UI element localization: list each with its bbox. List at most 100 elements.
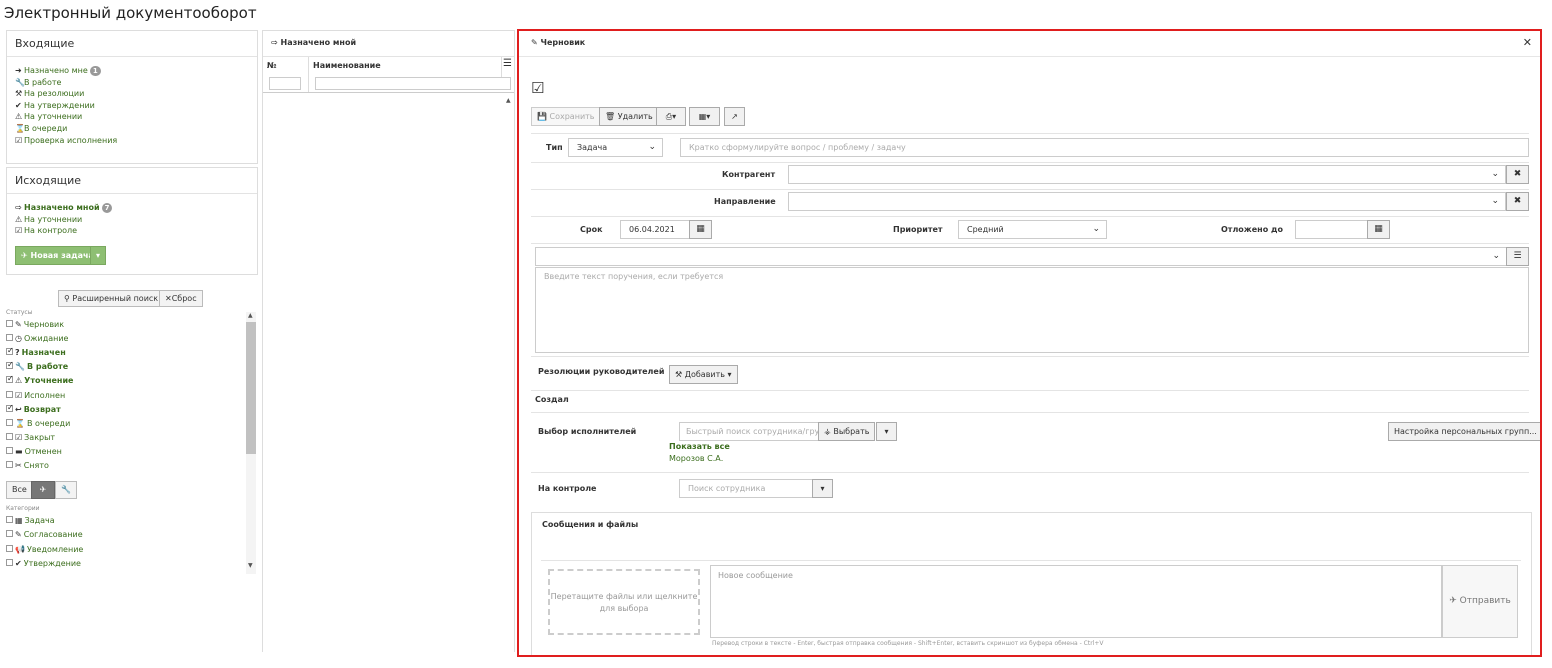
- nav-item[interactable]: ☑ Проверка исполнения: [15, 135, 257, 147]
- status-checkbox[interactable]: [6, 320, 13, 327]
- caret-down-icon: ▾: [95, 251, 100, 260]
- filter-number-input[interactable]: [269, 77, 301, 90]
- delete-button[interactable]: 🗑 Удалить: [599, 107, 659, 126]
- table-button[interactable]: ▦▾: [689, 107, 720, 126]
- nav-item[interactable]: ⌛В очереди: [15, 123, 257, 135]
- category-filter[interactable]: ✔ Утверждение: [6, 558, 81, 570]
- new-task-label: Новая задача: [30, 251, 94, 260]
- view-work-button[interactable]: 🔧: [55, 481, 77, 499]
- counterparty-label: Контрагент: [722, 170, 776, 179]
- status-filter[interactable]: ◷ Ожидание: [6, 333, 68, 345]
- due-label: Срок: [580, 225, 603, 234]
- status-checkbox[interactable]: [6, 345, 14, 357]
- executor-dropdown-button[interactable]: ▾: [876, 422, 897, 441]
- status-filter[interactable]: 🔧В работе: [6, 359, 68, 373]
- direction-select[interactable]: ⌄: [788, 192, 1506, 211]
- status-checkbox[interactable]: [6, 359, 14, 371]
- status-filter[interactable]: ?Назначен: [6, 345, 66, 359]
- status-filter[interactable]: ☑ Закрыт: [6, 432, 55, 444]
- new-message-textarea[interactable]: Новое сообщение: [710, 565, 1442, 638]
- nav-item[interactable]: ⚠ На уточнении: [15, 111, 257, 123]
- category-filter[interactable]: ✎ Согласование: [6, 529, 83, 541]
- view-sent-button[interactable]: ✈: [31, 481, 55, 499]
- category-filter[interactable]: ▦ Задача: [6, 515, 55, 527]
- template-list-button[interactable]: ☰: [1506, 247, 1529, 266]
- print-button[interactable]: ⎙▾: [656, 107, 686, 126]
- clear-direction-button[interactable]: ✖: [1506, 192, 1529, 211]
- status-filter[interactable]: ⚠Уточнение: [6, 373, 73, 387]
- status-checkbox[interactable]: [6, 373, 14, 385]
- chevron-down-icon: ⌄: [1092, 224, 1100, 234]
- counterparty-select[interactable]: ⌄: [788, 165, 1506, 184]
- close-icon[interactable]: ✕: [1523, 36, 1532, 49]
- new-task-button[interactable]: ✈ Новая задача: [15, 246, 100, 265]
- status-label: Назначен: [21, 348, 66, 358]
- statuses-label: Статусы: [6, 309, 33, 316]
- category-checkbox[interactable]: [6, 530, 13, 538]
- nav-item[interactable]: ⚒ На резолюции: [15, 88, 257, 100]
- send-button[interactable]: ✈ Отправить: [1442, 565, 1518, 638]
- status-checkbox[interactable]: [6, 418, 13, 426]
- category-filter[interactable]: 📢 Уведомление: [6, 544, 83, 556]
- scroll-up-arrow-icon[interactable]: ▲: [248, 312, 253, 319]
- status-checkbox[interactable]: [6, 334, 13, 342]
- column-divider: [501, 57, 502, 77]
- category-checkbox[interactable]: [6, 516, 13, 523]
- status-checkbox[interactable]: [6, 432, 13, 440]
- control-search-input[interactable]: Поиск сотрудника: [679, 479, 814, 498]
- due-date-picker-button[interactable]: ▦: [689, 220, 712, 239]
- nav-item[interactable]: ⇨ Назначено мной 7: [15, 202, 257, 214]
- executor-search-input[interactable]: Быстрый поиск сотрудника/группы: [679, 422, 819, 441]
- subject-input[interactable]: Кратко сформулируйте вопрос / проблему /…: [680, 138, 1529, 157]
- column-name-header[interactable]: Наименование: [313, 61, 381, 70]
- reset-button[interactable]: ✕Сброс: [159, 290, 203, 307]
- filter-name-input[interactable]: [315, 77, 511, 90]
- advanced-search-button[interactable]: ⚲ Расширенный поиск: [58, 290, 165, 307]
- status-filter[interactable]: ✎ Черновик: [6, 319, 64, 331]
- status-filter[interactable]: ✂ Снято: [6, 460, 49, 472]
- filters-scrollbar-thumb[interactable]: [246, 322, 256, 454]
- columns-menu-icon[interactable]: ☰: [503, 58, 512, 69]
- scroll-up-arrow-icon[interactable]: ▲: [506, 97, 511, 104]
- postponed-date-picker-button[interactable]: ▦: [1367, 220, 1390, 239]
- nav-item[interactable]: ✔ На утверждении: [15, 100, 257, 112]
- save-button[interactable]: 💾 Сохранить: [531, 107, 601, 126]
- priority-select[interactable]: Средний ⌄: [958, 220, 1107, 239]
- chevron-down-icon: ⌄: [1492, 251, 1500, 261]
- category-checkbox[interactable]: [6, 558, 13, 566]
- type-select[interactable]: Задача ⌄: [568, 138, 663, 157]
- body-textarea[interactable]: Введите текст поручения, если требуется: [535, 267, 1529, 353]
- file-drop-zone[interactable]: Перетащите файлы или щелкните для выбора: [548, 569, 700, 635]
- executor-name[interactable]: Морозов С.А.: [669, 454, 723, 463]
- scroll-down-arrow-icon[interactable]: ▼: [248, 562, 253, 569]
- direction-label: Направление: [714, 197, 776, 206]
- new-task-dropdown-button[interactable]: ▾: [90, 246, 106, 265]
- nav-item-label: В работе: [24, 77, 62, 87]
- view-all-button[interactable]: Все: [6, 481, 33, 499]
- status-checkbox[interactable]: [6, 402, 14, 414]
- status-label: Ожидание: [23, 334, 69, 344]
- category-checkbox[interactable]: [6, 544, 13, 552]
- status-filter[interactable]: ▬ Отменен: [6, 446, 62, 458]
- nav-item[interactable]: ☑ На контроле: [15, 225, 257, 237]
- control-dropdown-button[interactable]: ▾: [812, 479, 833, 498]
- personal-groups-button[interactable]: Настройка персональных групп...: [1388, 422, 1540, 441]
- choose-executor-button[interactable]: ⚶ Выбрать: [818, 422, 876, 441]
- nav-item[interactable]: ➜ Назначено мне 1: [15, 65, 257, 77]
- postponed-date-input[interactable]: [1295, 220, 1368, 239]
- open-external-button[interactable]: ↗: [724, 107, 745, 126]
- show-all-link[interactable]: Показать все: [669, 442, 730, 451]
- add-resolution-button[interactable]: ⚒ Добавить ▾: [669, 365, 738, 384]
- status-filter[interactable]: ⌛ В очереди: [6, 418, 70, 430]
- column-number-header[interactable]: №: [267, 61, 277, 70]
- nav-item[interactable]: ⚠ На уточнении: [15, 214, 257, 226]
- template-select[interactable]: ⌄: [535, 247, 1507, 266]
- nav-item[interactable]: 🔧В работе: [15, 77, 257, 89]
- clear-counterparty-button[interactable]: ✖: [1506, 165, 1529, 184]
- status-filter[interactable]: ☑ Исполнен: [6, 390, 65, 402]
- due-date-input[interactable]: 06.04.2021: [620, 220, 692, 239]
- status-checkbox[interactable]: [6, 390, 13, 398]
- status-checkbox[interactable]: [6, 461, 13, 468]
- status-filter[interactable]: ↩Возврат: [6, 402, 61, 416]
- status-checkbox[interactable]: [6, 446, 13, 454]
